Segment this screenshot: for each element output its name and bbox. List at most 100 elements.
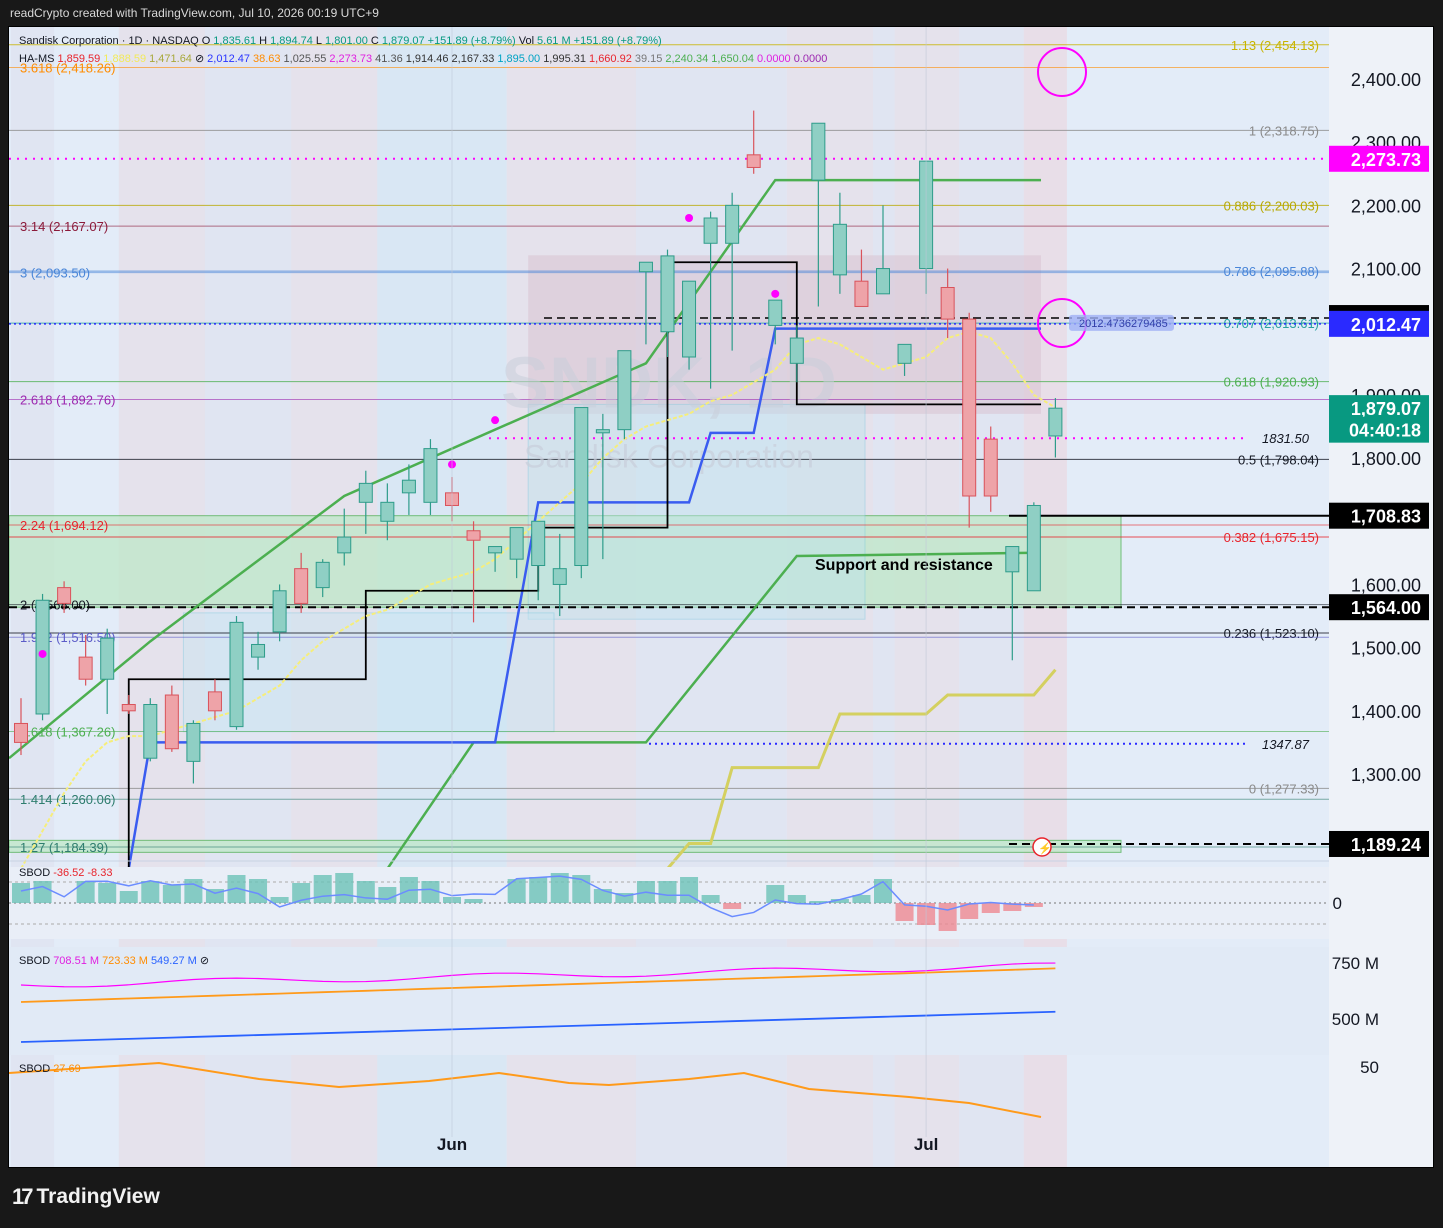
ha-ms-legend-item: 38.63 [252,53,281,65]
chart-panel: 1.13 (2,454.13) 1 (2,318.75) 0.886 (2,200.… [8,26,1434,1168]
sbod-hist-bar [76,881,95,903]
candle-body [574,407,589,566]
symbol-legend-item: +151.89 (+8.79%) [427,35,516,47]
ha-ms-legend-item: 1,888.59 [103,53,147,65]
fib-right-label: 1 (2,318.75) [1249,123,1319,138]
top-credit-line: readCrypto created with TradingView.com,… [10,6,379,20]
candle-body [315,561,330,589]
sbod-hist-bar [313,875,332,903]
candle-body [229,621,244,728]
candle-body [768,299,783,326]
fib-right-label: 0 (1,277.33) [1249,781,1319,796]
tradingview-logo-icon: 17 [12,1184,34,1209]
symbol-legend-item: +151.89 (+8.79%) [573,35,662,47]
candle-body [401,479,416,494]
ha-ms-legend-item: ⊘ [194,53,205,65]
candle-body [294,568,309,604]
candle-body [337,536,352,554]
sbod-hist-bar [141,881,160,903]
candle-body [638,261,653,273]
sbod-legend-3-item: 27.69 [53,1063,81,1075]
price-axis-label: 2,100.00 [1351,260,1421,280]
ha-ms-legend[interactable]: HA-MS 1,859.59 1,888.59 1,471.64 ⊘ 2,012.47 38… [19,52,830,65]
symbol-legend-item: C [370,35,379,47]
price-axis-label: 1,300.00 [1351,765,1421,785]
level-note: 1831.50 [1262,431,1310,446]
sbod-legend-3[interactable]: SBOD 27.69 [19,1063,84,1075]
candle-body [617,350,632,431]
candle-body [552,568,567,585]
candle-body [983,438,998,497]
symbol-legend-item: Vol [518,35,535,47]
fib-right-label: 0.618 (1,920.93) [1224,375,1319,390]
ha-ms-legend-item: 1,650.04 [711,53,755,65]
symbol-legend-item: L [315,35,323,47]
candle-body [423,448,438,503]
channel-label: 2012.4736279485 [1079,318,1168,330]
candle-body [358,482,373,503]
fib-right-label: 0.786 (2,095.88) [1224,264,1319,279]
ha-ms-legend-item: 1,859.59 [57,53,101,65]
price-axis-label: 1,600.00 [1351,575,1421,595]
indicator-axis-label: 500 M [1332,1010,1379,1029]
price-axis-label: 1,400.00 [1351,702,1421,722]
fib-right-label: 1.13 (2,454.13) [1231,38,1319,53]
sbod-hist-bar [529,877,548,903]
ha-ms-legend-item: 2,273.73 [329,53,373,65]
sbod-legend-1-item: -8.33 [87,867,113,879]
symbol-legend-item: 1,879.07 [381,35,425,47]
sbod-hist-bar [658,881,677,903]
ha-ms-legend-item: 1,025.55 [283,53,327,65]
candle-body [121,704,136,712]
sbod-legend-2-item: SBOD [19,955,51,967]
candle-body [509,527,524,560]
candle-body [207,691,222,712]
candle-body [811,122,826,181]
candle-body [854,280,869,307]
symbol-legend-item: H [259,35,268,47]
symbol-legend-item: 5.61 M [537,35,571,47]
candle-body [897,343,912,364]
symbol-legend-item: 1,801.00 [325,35,368,47]
price-tag-label: 1,879.07 [1351,399,1421,419]
sbod-hist-bar [981,903,1000,913]
sbod-hist-bar [701,895,720,903]
sbod-hist-bar [162,885,181,903]
fib-right-label: 0.382 (1,675.15) [1224,530,1319,545]
candle-body [251,643,266,658]
price-chart-svg[interactable]: 1.13 (2,454.13) 1 (2,318.75) 0.886 (2,200.… [9,27,1433,1167]
symbol-legend[interactable]: Sandisk Corporation · 1D · NASDAQ O 1,835.… [19,35,665,47]
sbod-hist-bar [356,881,375,903]
price-axis-label: 1,500.00 [1351,639,1421,659]
watermark-name: Sandisk Corporation [524,439,814,475]
candle-body [488,546,503,554]
candle-body [595,429,610,434]
sbod-legend-1[interactable]: SBOD -36.52 -8.33 [19,867,115,879]
sbod-legend-2[interactable]: SBOD 708.51 M 723.33 M 549.27 M ⊘ [19,954,212,967]
candle-body [100,637,115,680]
candle-body [272,590,287,633]
signal-dot [685,214,694,222]
ha-ms-legend-item: 2,012.47 [207,53,250,65]
candle-body [660,255,675,333]
fib-left-label: 2 (1,568.00) [20,598,90,613]
ha-ms-legend-item: 1,895.00 [497,53,541,65]
sbod-hist-bar [119,891,138,903]
indicator-axis-label: 750 M [1332,954,1379,973]
ha-ms-legend-item: 1,471.64 [149,53,192,65]
indicator-axis-label: 0 [1333,894,1342,913]
signal-dot [491,416,500,425]
fib-right-label: 0.886 (2,200.03) [1224,198,1319,213]
candle-body [725,204,740,244]
sbod-hist-bar [335,873,354,903]
sbod-hist-bar [98,883,117,903]
candle-body [1026,504,1041,592]
sbod-hist-bar [421,881,440,903]
price-tag-label: 04:40:18 [1349,421,1421,441]
symbol-legend-item: 1,835.61 [213,35,257,47]
ha-ms-legend-item: 1,660.92 [589,53,632,65]
candle-body [746,154,761,168]
x-axis-label: Jun [437,1135,467,1154]
price-tag-label: 1,708.83 [1351,507,1421,527]
candle-body [703,217,718,244]
